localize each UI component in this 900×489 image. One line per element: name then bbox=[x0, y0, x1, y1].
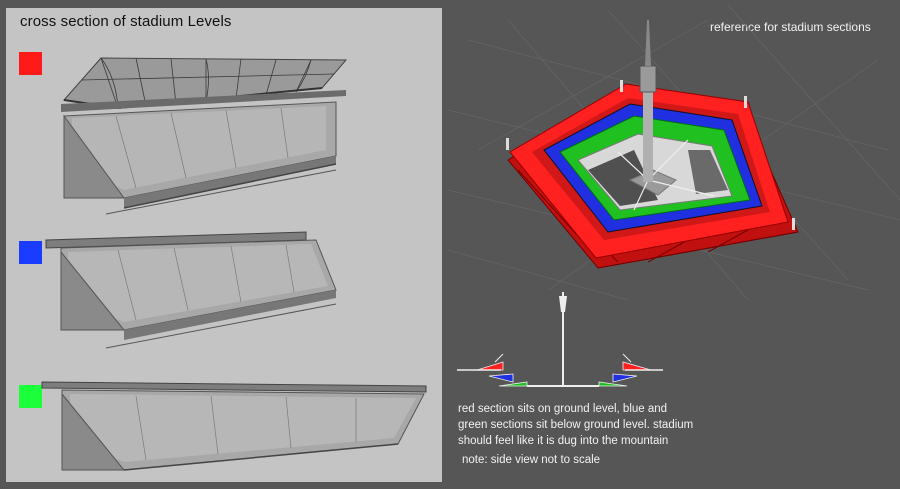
green-level-stand-render bbox=[41, 381, 427, 471]
red-level-stand-render bbox=[61, 57, 348, 215]
notes-scale-note: note: side view not to scale bbox=[462, 454, 601, 466]
notes-main-text: red section sits on ground level, blue a… bbox=[458, 403, 694, 447]
side-view-diagram bbox=[457, 292, 663, 387]
blue-level-stand-render bbox=[45, 231, 337, 349]
cross-section-panel: cross section of stadium Levels bbox=[6, 8, 442, 482]
stadium-reference-render bbox=[448, 4, 900, 300]
section-notes: red section sits on ground level, blue a… bbox=[458, 401, 698, 468]
left-panel-title: cross section of stadium Levels bbox=[20, 13, 232, 30]
